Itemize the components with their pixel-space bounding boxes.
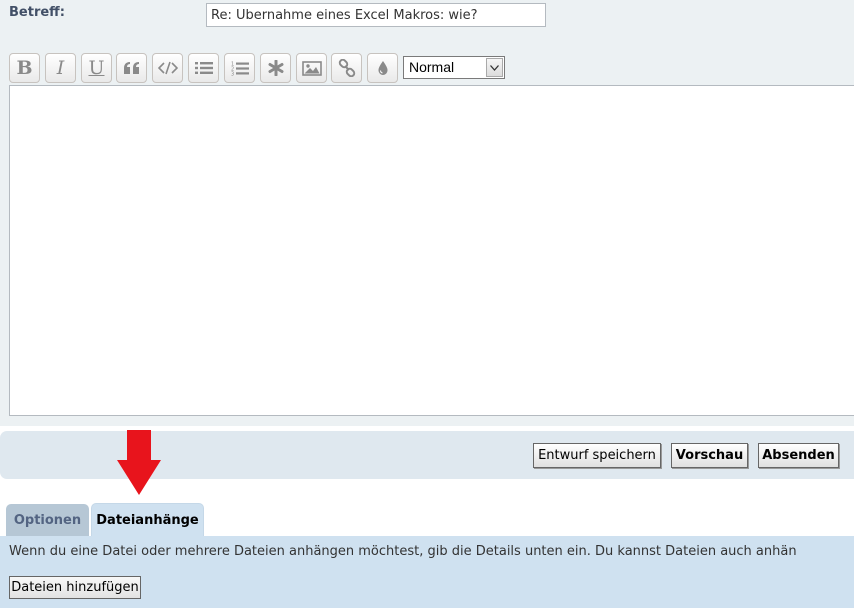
image-button[interactable]: [296, 53, 327, 83]
code-icon: [157, 61, 178, 75]
underline-icon: U: [88, 56, 105, 79]
tab-attachments[interactable]: Dateianhänge: [91, 503, 204, 536]
red-arrow-annotation: [117, 430, 161, 495]
list-button[interactable]: [188, 53, 219, 83]
underline-button[interactable]: U: [81, 53, 112, 83]
save-draft-button[interactable]: Entwurf speichern: [533, 443, 661, 468]
italic-icon: I: [56, 56, 65, 79]
subject-label: Betreff:: [9, 5, 65, 20]
code-button[interactable]: [152, 53, 183, 83]
chevron-down-icon[interactable]: [486, 58, 503, 77]
bold-icon: B: [16, 56, 33, 79]
color-drop-icon: [377, 61, 388, 75]
color-button[interactable]: [367, 53, 398, 83]
link-icon: [338, 59, 355, 77]
quote-button[interactable]: [116, 53, 147, 83]
asterisk-icon: [268, 60, 283, 76]
list-item-button[interactable]: [260, 53, 291, 83]
add-files-button[interactable]: Dateien hinzufügen: [9, 576, 141, 599]
subject-input[interactable]: [206, 3, 546, 27]
preview-button[interactable]: Vorschau: [671, 443, 748, 468]
font-size-value: Normal: [409, 59, 455, 75]
link-button[interactable]: [331, 53, 362, 83]
posting-form: Betreff: B I U: [0, 0, 854, 608]
attachments-panel: Wenn du eine Datei oder mehrere Dateien …: [0, 536, 854, 608]
italic-button[interactable]: I: [45, 53, 76, 83]
quote-icon: [123, 62, 139, 74]
bold-button[interactable]: B: [9, 53, 40, 83]
list-icon: [194, 62, 213, 74]
numbered-list-icon: 1 2 3: [231, 61, 249, 76]
font-size-select[interactable]: Normal: [403, 56, 505, 79]
tab-options[interactable]: Optionen: [6, 504, 89, 536]
submit-button[interactable]: Absenden: [758, 443, 839, 468]
image-icon: [301, 60, 322, 76]
message-textarea[interactable]: [9, 85, 854, 416]
editor-panel: Betreff: B I U: [0, 0, 854, 426]
svg-text:3: 3: [231, 71, 234, 76]
attachments-info-text: Wenn du eine Datei oder mehrere Dateien …: [9, 544, 797, 559]
numbered-list-button[interactable]: 1 2 3: [224, 53, 255, 83]
